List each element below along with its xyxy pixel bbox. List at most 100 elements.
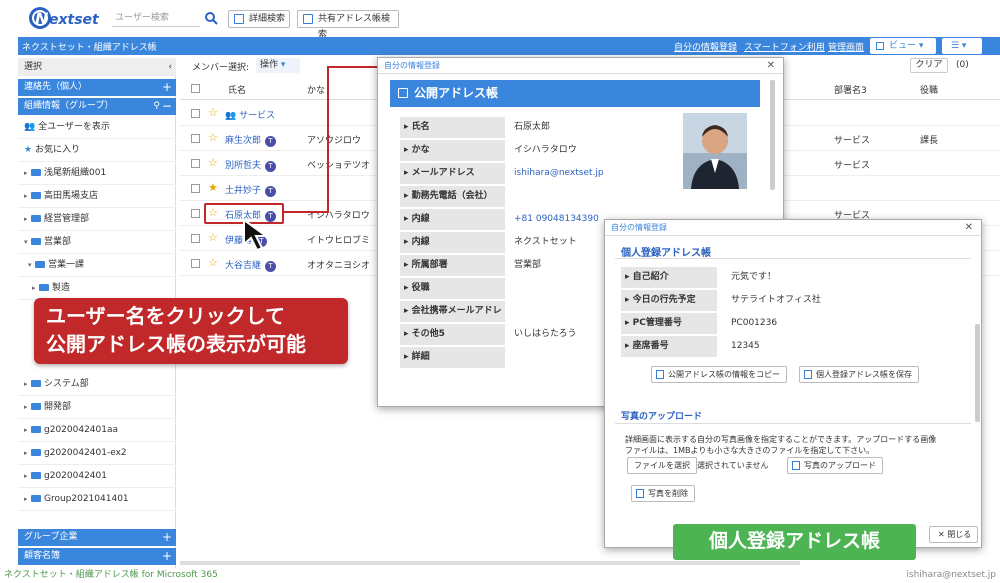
sidebar-item[interactable]: ▸ システム部 <box>18 373 176 396</box>
field-value: イシハラタロウ <box>514 145 577 155</box>
user-name-link[interactable]: 大谷吉継 T <box>225 258 277 272</box>
sidebar-item[interactable]: ▸ 製造 <box>18 277 176 300</box>
row-checkbox[interactable] <box>191 159 200 168</box>
row-kana: イトウヒロブミ <box>307 236 371 246</box>
row-checkbox[interactable] <box>191 259 200 268</box>
sidebar-item[interactable]: ▾ 営業一課 <box>18 254 176 277</box>
user-name-link[interactable]: 麻生次郎 T <box>225 133 277 147</box>
sidebar-item[interactable]: ▸ 高田馬場支店 <box>18 185 176 208</box>
field-value: ネクストセット <box>514 237 577 247</box>
teams-icon[interactable]: T <box>265 186 277 197</box>
file-select-button[interactable]: ファイルを選択 <box>627 457 697 474</box>
customers-label: 顧客名簿 <box>24 551 61 561</box>
admin-link[interactable]: 管理画面 <box>828 40 864 53</box>
sidebar-item[interactable]: ▸ g2020042401-ex2 <box>18 442 176 465</box>
upload-photo-button[interactable]: 写真のアップロード <box>787 457 883 474</box>
select-all-checkbox[interactable] <box>191 84 200 93</box>
sidebar-org[interactable]: 組織情報（グループ） ⚲ − <box>18 98 176 115</box>
sidebar-item[interactable]: ▸ 浅尾新組織001 <box>18 162 176 185</box>
sidebar-item[interactable]: ▸ g2020042401 <box>18 465 176 488</box>
teams-icon[interactable]: T <box>265 261 277 272</box>
app-title: ネクストセット・組織アドレス帳 <box>22 43 157 53</box>
menu-button[interactable]: ☰ ▾ <box>942 38 982 54</box>
plus-icon[interactable]: + <box>162 548 172 565</box>
field-value: 12345 <box>731 341 760 351</box>
sidebar-all-users[interactable]: 👥 全ユーザーを表示 <box>18 116 176 139</box>
folder-icon <box>31 472 41 479</box>
user-name-link[interactable]: 別所哲夫 T <box>225 158 277 172</box>
field-label: ▸ 自己紹介 <box>621 267 717 288</box>
label-text: 座席番号 <box>632 341 669 351</box>
star-icon[interactable]: ☆ <box>208 256 218 269</box>
smartphone-link[interactable]: スマートフォン利用 <box>744 40 825 53</box>
label-text: その他5 <box>411 329 445 339</box>
row-position: 課長 <box>920 136 939 146</box>
sidebar-item[interactable]: ▾ 営業部 <box>18 231 176 254</box>
plus-icon[interactable]: + <box>162 529 172 546</box>
all-users-label: 全ユーザーを表示 <box>38 122 110 132</box>
search-icon[interactable]: ⚲ <box>153 98 160 115</box>
star-icon[interactable]: ☆ <box>208 156 218 169</box>
close-icon[interactable]: ✕ <box>965 220 973 236</box>
teams-icon[interactable]: T <box>265 161 277 172</box>
calendar-icon <box>398 88 408 98</box>
divider <box>615 423 971 424</box>
horizontal-scrollbar[interactable] <box>180 561 800 565</box>
close-button[interactable]: ✕ 閉じる <box>929 526 979 543</box>
star-icon[interactable]: ☆ <box>208 131 218 144</box>
delete-photo-button[interactable]: 写真を削除 <box>631 485 695 502</box>
user-search-input[interactable]: ユーザー検索 <box>112 9 200 27</box>
sidebar-item[interactable]: ▸ g2020042401aa <box>18 419 176 442</box>
close-label: 閉じる <box>947 530 972 539</box>
row-checkbox[interactable] <box>191 134 200 143</box>
sidebar-group[interactable]: グループ企業 + <box>18 529 176 546</box>
dialog-scrollbar[interactable] <box>975 324 980 422</box>
row-name: 麻生次郎 <box>225 136 262 146</box>
clear-button[interactable]: クリア <box>910 58 948 73</box>
sidebar-customers[interactable]: 顧客名簿 + <box>18 548 176 565</box>
field-label: ▸ 今日の行先予定 <box>621 290 717 311</box>
row-checkbox[interactable] <box>191 184 200 193</box>
detail-search-button[interactable]: 詳細検索 <box>228 10 290 28</box>
collapse-icon[interactable]: ‹ <box>168 58 172 76</box>
sidebar-item[interactable]: ▸ 経営管理部 <box>18 208 176 231</box>
star-filled-icon[interactable]: ★ <box>208 181 218 194</box>
search-icon[interactable] <box>204 11 218 25</box>
sidebar-favorites[interactable]: ★ お気に入り <box>18 139 176 162</box>
copy-public-button[interactable]: 公開アドレス帳の情報をコピー <box>651 366 787 383</box>
detail-search-icon <box>234 14 244 24</box>
minus-icon[interactable]: − <box>162 98 172 115</box>
view-button[interactable]: ビュー ▾ <box>870 38 936 54</box>
field-value: PC001236 <box>731 318 778 328</box>
sidebar-select[interactable]: 選択 ‹ <box>18 58 176 76</box>
star-icon[interactable]: ☆ <box>208 106 218 119</box>
row-checkbox[interactable] <box>191 109 200 118</box>
folder-icon <box>31 380 41 387</box>
close-icon[interactable]: ✕ <box>767 58 775 74</box>
phone-link[interactable]: +81 09048134390 <box>514 209 599 230</box>
my-info-link[interactable]: 自分の情報登録 <box>674 40 737 53</box>
detail-search-label: 詳細検索 <box>249 14 286 24</box>
sidebar-contacts[interactable]: 連絡先（個人） + <box>18 79 176 96</box>
label-text: 内線 <box>411 237 430 247</box>
shared-search-button[interactable]: 共有アドレス帳検索 <box>297 10 399 40</box>
row-checkbox[interactable] <box>191 209 200 218</box>
row-checkbox[interactable] <box>191 234 200 243</box>
contacts-label: 連絡先（個人） <box>24 82 88 92</box>
plus-icon[interactable]: + <box>162 79 172 96</box>
photo-desc-line1: 詳細画面に表示する自分の写真画像を指定することができます。アップロードする画像 <box>625 435 937 444</box>
item-label: 高田馬場支店 <box>44 191 99 201</box>
sidebar-item[interactable]: ▸ 開発部 <box>18 396 176 419</box>
teams-icon[interactable]: T <box>265 136 277 147</box>
sidebar-item[interactable]: ▸ Group2021041401 <box>18 488 176 511</box>
nextset-logo[interactable]: N extset <box>28 4 104 32</box>
save-personal-button[interactable]: 個人登録アドレス帳を保存 <box>799 366 919 383</box>
group-name-link[interactable]: 👥 サービス <box>225 108 275 121</box>
folder-icon <box>39 284 49 291</box>
copy-icon <box>656 370 664 379</box>
user-name-link[interactable]: 土井妙子 T <box>225 183 277 197</box>
star-icon[interactable]: ☆ <box>208 231 218 244</box>
item-label: Group2021041401 <box>44 494 129 504</box>
email-link[interactable]: ishihara@nextset.jp <box>514 163 604 184</box>
item-label: 開発部 <box>44 402 72 412</box>
